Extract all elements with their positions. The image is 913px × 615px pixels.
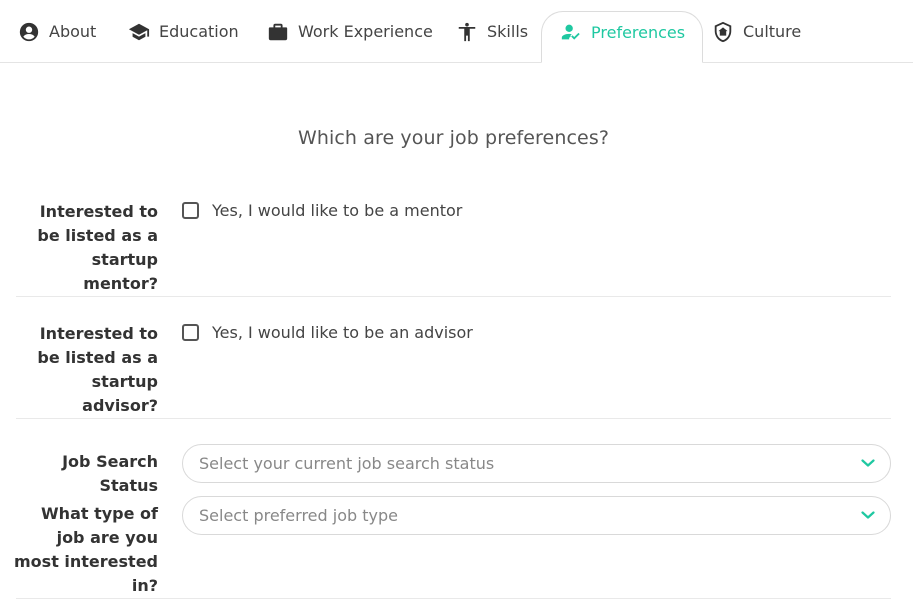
chevron-down-icon (861, 459, 875, 467)
tab-work-experience[interactable]: Work Experience (267, 11, 433, 52)
tab-preferences-label: Preferences (591, 22, 686, 42)
tab-preferences[interactable]: Preferences (541, 11, 704, 63)
job-type-placeholder: Select preferred job type (199, 506, 398, 525)
briefcase-icon (268, 23, 288, 40)
job-type-label: What type of job are you most interested… (14, 504, 158, 595)
mentor-checkbox-row[interactable]: Yes, I would like to be a mentor (182, 201, 462, 220)
tab-culture[interactable]: Culture (712, 11, 801, 52)
tab-education-label: Education (159, 22, 239, 41)
section-divider (16, 418, 891, 419)
advisor-checkbox-row[interactable]: Yes, I would like to be an advisor (182, 323, 473, 342)
tab-about[interactable]: About (18, 11, 96, 52)
profile-tabs: About Education Work Experience Skills P… (0, 0, 913, 63)
tab-skills-label: Skills (487, 22, 529, 41)
mentor-question-label: Interested to be listed as a startup men… (37, 202, 158, 293)
tab-skills[interactable]: Skills (456, 11, 528, 52)
job-search-status-label: Job Search Status (62, 452, 158, 495)
advisor-question-label: Interested to be listed as a startup adv… (37, 324, 158, 415)
account-circle-icon (19, 22, 39, 41)
job-type-select[interactable]: Select preferred job type (182, 496, 891, 535)
advisor-checkbox[interactable] (182, 324, 199, 341)
job-search-status-select[interactable]: Select your current job search status (182, 444, 891, 483)
section-divider (16, 598, 891, 599)
accessibility-person-icon (458, 22, 476, 41)
tab-work-experience-label: Work Experience (298, 22, 433, 41)
graduation-cap-icon (128, 23, 150, 40)
mentor-checkbox[interactable] (182, 202, 199, 219)
section-divider (16, 296, 891, 297)
mentor-checkbox-label[interactable]: Yes, I would like to be a mentor (212, 201, 462, 220)
page-heading: Which are your job preferences? (297, 127, 610, 149)
job-search-status-placeholder: Select your current job search status (199, 454, 495, 473)
user-check-icon (561, 24, 580, 40)
advisor-checkbox-label[interactable]: Yes, I would like to be an advisor (212, 323, 473, 342)
shield-home-icon (714, 21, 732, 42)
tab-education[interactable]: Education (128, 11, 239, 52)
tab-culture-label: Culture (743, 22, 802, 41)
tab-about-label: About (49, 22, 97, 41)
chevron-down-icon (861, 511, 875, 519)
